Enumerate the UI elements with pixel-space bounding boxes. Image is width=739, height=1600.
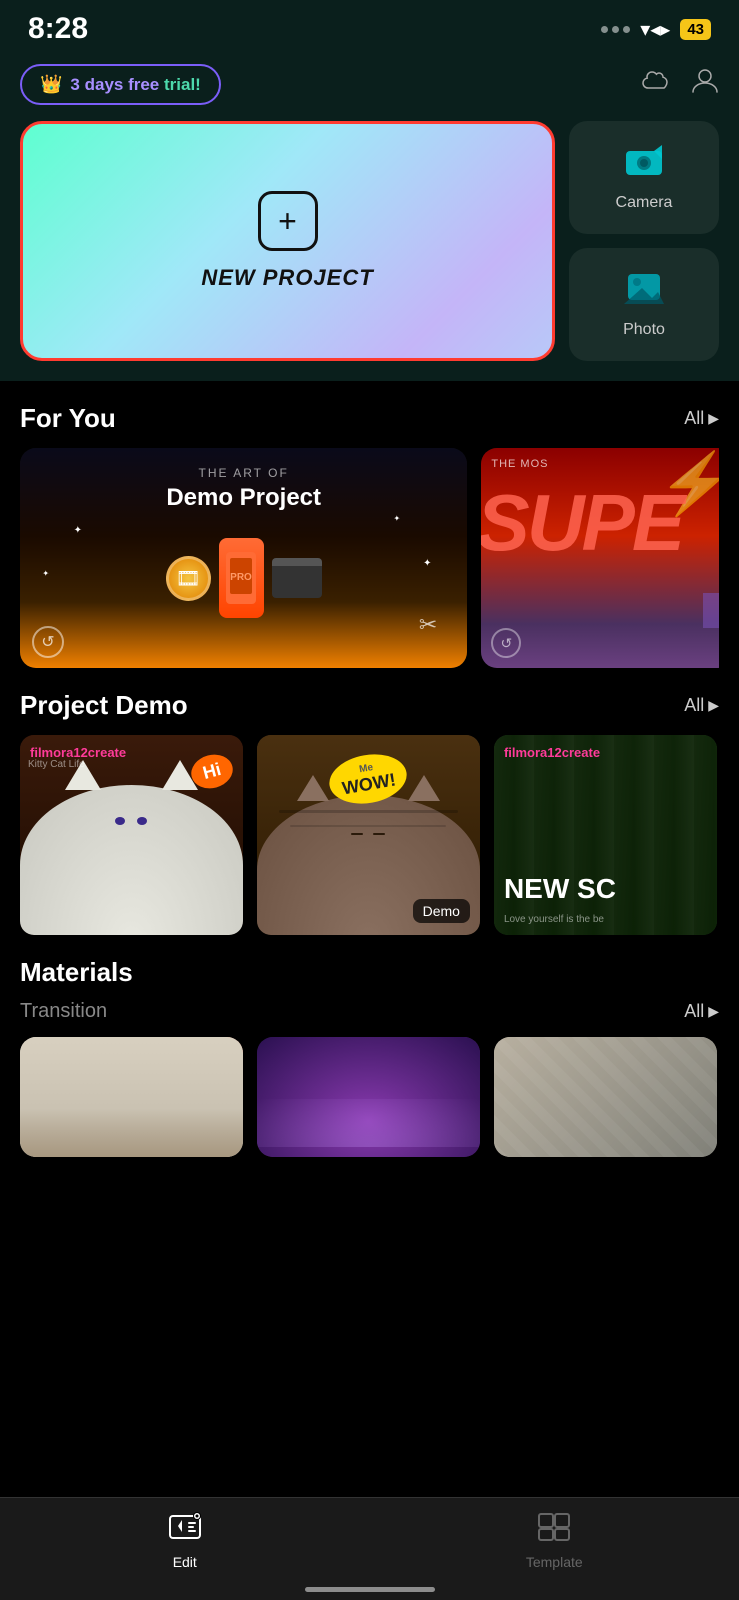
project-demo-scroll: filmora12create Kitty Cat Life Hi — [20, 735, 719, 935]
tab-template[interactable]: Template — [504, 1512, 604, 1570]
love-text: Love yourself is the be — [504, 914, 604, 925]
battery-indicator: 43 — [680, 19, 711, 40]
demo-card-background: THE ART OF Demo Project 🎞 PRO ✂ — [20, 448, 467, 668]
template-tab-label: Template — [526, 1554, 583, 1570]
photo-label: Photo — [623, 321, 665, 339]
signal-dot-3 — [623, 26, 630, 33]
demo-badge: Demo — [413, 899, 470, 923]
new-project-plus-icon: + — [258, 191, 318, 251]
materials-section: Materials Transition All ▶ HOT — [20, 935, 719, 1167]
for-you-card-super[interactable]: THE MOS ⚡ SUPE ↺ — [481, 448, 719, 668]
project-row: + NEW PROJECT Camera — [20, 121, 719, 361]
project-demo-item-1[interactable]: filmora12create Kitty Cat Life Hi — [20, 735, 243, 935]
phone-visual: PRO — [219, 538, 264, 618]
transition-arrow-icon: ▶ — [708, 1003, 719, 1020]
profile-button[interactable] — [691, 66, 719, 103]
super-card-title: SUPE — [481, 483, 682, 563]
trial-badge[interactable]: 👑 3 days free trial! — [20, 64, 221, 105]
project-demo-title: Project Demo — [20, 690, 188, 721]
tab-bar: Edit Template — [0, 1497, 739, 1600]
project-demo-arrow-icon: ▶ — [708, 697, 719, 714]
project-demo-all-label: All — [684, 695, 704, 716]
main-content: For You All ▶ THE ART OF Demo Project 🎞 … — [0, 381, 739, 1287]
photo-button[interactable]: Photo — [569, 248, 719, 361]
signal-dot-2 — [612, 26, 619, 33]
project-demo-item-3[interactable]: filmora12create NEW SC Love yourself is … — [494, 735, 717, 935]
tab-edit[interactable]: Edit — [135, 1512, 235, 1570]
filmora-tag-3: filmora12create — [504, 745, 600, 760]
status-time: 8:28 — [28, 12, 88, 46]
material-card-3[interactable] — [494, 1037, 717, 1157]
trial-free-text: 3 days free — [70, 75, 159, 94]
material-card-1[interactable]: HOT — [20, 1037, 243, 1157]
new-project-label: NEW PROJECT — [201, 265, 373, 291]
scissors-icon: ✂ — [419, 612, 437, 638]
wifi-icon: ▾◂▸ — [640, 17, 670, 42]
filmora-tag-1: filmora12create — [30, 745, 126, 760]
demo-card-title: Demo Project — [166, 484, 321, 512]
svg-text:PRO: PRO — [230, 572, 252, 583]
home-indicator — [305, 1587, 435, 1592]
for-you-arrow-icon: ▶ — [708, 410, 719, 427]
project-demo-all-button[interactable]: All ▶ — [684, 695, 719, 716]
clapboard-icon — [272, 558, 322, 598]
material-card-2[interactable] — [257, 1037, 480, 1157]
trial-text: 3 days free trial! — [70, 75, 200, 95]
side-buttons: Camera Photo — [569, 121, 719, 361]
super-card-subtitle: THE MOS — [491, 458, 548, 470]
transition-all-label: All — [684, 1001, 704, 1022]
for-you-title: For You — [20, 403, 116, 434]
replay-icon: ↺ — [32, 626, 64, 658]
materials-title: Materials — [20, 935, 719, 994]
transition-header: Transition All ▶ — [20, 994, 719, 1037]
film-reel-icon: 🎞 — [166, 556, 211, 601]
trial-trial-text: trial! — [159, 75, 201, 94]
main-top: + NEW PROJECT Camera — [0, 121, 739, 381]
edit-tab-label: Edit — [173, 1554, 197, 1570]
demo-card-subtitle: THE ART OF — [199, 466, 289, 480]
edit-tab-icon — [168, 1512, 202, 1549]
demo-card-visual: 🎞 PRO ✂ — [20, 518, 467, 638]
for-you-all-label: All — [684, 408, 704, 429]
signal-dot-1 — [601, 26, 608, 33]
photo-icon — [624, 270, 664, 313]
for-you-all-button[interactable]: All ▶ — [684, 408, 719, 429]
camera-icon — [624, 143, 664, 186]
new-project-card[interactable]: + NEW PROJECT — [20, 121, 555, 361]
transition-all-button[interactable]: All ▶ — [684, 1001, 719, 1022]
crown-icon: 👑 — [40, 74, 62, 95]
for-you-scroll: THE ART OF Demo Project 🎞 PRO ✂ — [20, 448, 719, 668]
camera-button[interactable]: Camera — [569, 121, 719, 234]
materials-scroll: HOT — [20, 1037, 719, 1167]
project-demo-item-2[interactable]: Me WOW! Demo — [257, 735, 480, 935]
for-you-header: For You All ▶ — [20, 381, 719, 448]
transition-label: Transition — [20, 1000, 107, 1023]
status-bar: 8:28 ▾◂▸ 43 — [0, 0, 739, 54]
new-sc-text: NEW SC — [504, 873, 616, 905]
cloud-button[interactable] — [641, 68, 671, 101]
super-replay-icon: ↺ — [491, 628, 521, 658]
top-icons — [641, 66, 719, 103]
template-tab-icon — [537, 1512, 571, 1549]
super-card-background: THE MOS ⚡ SUPE ↺ — [481, 448, 719, 668]
signal-dots — [601, 26, 630, 33]
kitty-tag-1: Kitty Cat Life — [28, 759, 85, 770]
for-you-card-demo[interactable]: THE ART OF Demo Project 🎞 PRO ✂ — [20, 448, 467, 668]
status-icons: ▾◂▸ 43 — [601, 17, 711, 42]
camera-label: Camera — [616, 194, 673, 212]
top-bar: 👑 3 days free trial! — [0, 54, 739, 121]
project-demo-header: Project Demo All ▶ — [20, 668, 719, 735]
